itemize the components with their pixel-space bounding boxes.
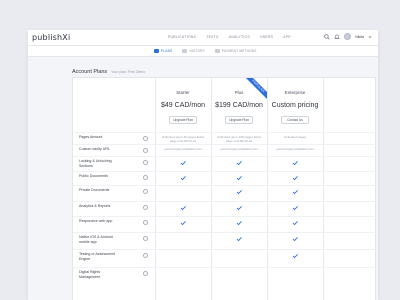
row-divider: [73, 132, 377, 133]
info-icon[interactable]: [143, 204, 148, 210]
plan-price: Custom pricing: [271, 102, 319, 109]
info-icon[interactable]: [143, 135, 148, 141]
upgrade-plan-button[interactable]: Upgrade Plan: [225, 116, 253, 124]
feature-label: Analytics & Reports: [79, 204, 111, 208]
search-icon[interactable]: [324, 33, 330, 40]
info-icon[interactable]: [143, 252, 148, 258]
feature-cell-text: yourcompany.publishxi.com: [220, 147, 258, 151]
chevron-down-icon[interactable]: [368, 35, 372, 39]
feature-label: Pages Amount: [79, 135, 103, 139]
nav-item-publications[interactable]: PUBLICATIONS: [168, 35, 196, 39]
info-icon[interactable]: [143, 159, 148, 165]
feature-label: Custom vanity URL: [79, 147, 110, 151]
row-divider: [73, 216, 377, 217]
popular-ribbon: POPULAR: [241, 78, 267, 104]
history-icon: [182, 49, 188, 53]
upgrade-plan-button[interactable]: Upgrade Plan: [169, 116, 197, 124]
row-divider: [73, 156, 377, 157]
check-icon: [292, 160, 298, 165]
nav-item-users[interactable]: USERS: [260, 35, 273, 39]
info-icon[interactable]: [143, 188, 148, 194]
user-name[interactable]: Nikita: [355, 35, 364, 39]
feature-label: Locking & Unlocking Sections: [79, 159, 112, 168]
check-icon: [180, 175, 186, 180]
row-divider: [73, 171, 377, 172]
row-divider: [73, 232, 377, 233]
check-icon: [292, 205, 298, 210]
tab-history[interactable]: HISTORY: [182, 49, 205, 53]
check-icon: [180, 205, 186, 210]
app-logo[interactable]: publishXi: [32, 33, 70, 42]
app-window: publishXi PUBLICATIONS TEXTS ANALYTICS U…: [28, 30, 378, 300]
row-divider: [73, 267, 377, 268]
section-header: Account Plans Your plan: Free Demo: [72, 69, 145, 75]
subtab-bar: PLANS HISTORY PAYMENT METHODS: [28, 46, 378, 57]
check-icon: [236, 220, 242, 225]
row-divider: [73, 249, 377, 250]
check-icon: [180, 160, 186, 165]
check-icon: [292, 189, 298, 194]
plans-comparison-table: Starter $49 CAD/mon Upgrade Plan Plus $1…: [72, 77, 377, 300]
check-icon: [292, 175, 298, 180]
check-icon: [236, 189, 242, 194]
tab-payment-methods[interactable]: PAYMENT METHODS: [214, 49, 257, 53]
feature-cell-text: Unlimited pages: [283, 135, 307, 139]
payment-icon: [214, 49, 220, 53]
check-icon: [236, 205, 242, 210]
feature-cell-text: yourcompany.publishxi.com: [164, 147, 202, 151]
plan-name: Starter: [176, 90, 190, 95]
row-divider: [73, 201, 377, 202]
feature-label: Native iOS & Android mobile app: [79, 235, 113, 244]
feature-label: Digital Rights Management: [79, 270, 101, 279]
check-icon: [236, 236, 242, 241]
nav-item-texts[interactable]: TEXTS: [206, 35, 218, 39]
tab-plans[interactable]: PLANS: [154, 49, 172, 53]
feature-label: Testing or Assessment Engine: [79, 252, 115, 261]
info-icon[interactable]: [143, 219, 148, 225]
check-icon: [292, 236, 298, 241]
check-icon: [236, 175, 242, 180]
row-divider: [73, 185, 377, 186]
notification-bell-icon[interactable]: [334, 34, 340, 40]
info-icon[interactable]: [143, 147, 148, 153]
feature-cell-text: Unlimited upon 100 pages Extra page cost…: [216, 135, 262, 143]
feature-label: Responsive web app: [79, 219, 113, 223]
feature-label: Private Documents: [79, 188, 110, 192]
info-icon[interactable]: [143, 174, 148, 180]
feature-label: Public Documents: [79, 174, 108, 178]
page-title: Account Plans: [72, 69, 108, 75]
check-icon: [292, 220, 298, 225]
ribbon-label: POPULAR: [244, 78, 267, 101]
check-icon: [180, 220, 186, 225]
info-icon[interactable]: [143, 270, 148, 276]
main-nav: PUBLICATIONS TEXTS ANALYTICS USERS APP: [168, 35, 291, 39]
row-divider: [73, 144, 377, 145]
tab-plans-label: PLANS: [161, 49, 173, 53]
nav-item-app[interactable]: APP: [283, 35, 291, 39]
top-right-controls: Nikita: [324, 33, 372, 40]
top-navigation-bar: publishXi PUBLICATIONS TEXTS ANALYTICS U…: [28, 30, 378, 46]
feature-cell-text: yourcompany.publishxi.com: [276, 147, 314, 151]
plans-icon: [154, 49, 159, 53]
nav-item-analytics[interactable]: ANALYTICS: [229, 35, 250, 39]
avatar[interactable]: [344, 33, 352, 40]
check-icon: [236, 160, 242, 165]
tab-history-label: HISTORY: [189, 49, 205, 53]
contact-us-button[interactable]: Contact Us: [281, 116, 309, 124]
plan-name: Enterprise: [284, 90, 306, 95]
plan-price: $49 CAD/mon: [161, 102, 205, 109]
check-icon: [292, 253, 298, 258]
feature-cell-text: Unlimited upon 30 pages Extra page cost …: [161, 135, 205, 143]
current-plan-note: Your plan: Free Demo: [111, 70, 146, 74]
tab-payment-methods-label: PAYMENT METHODS: [221, 49, 257, 53]
info-icon[interactable]: [143, 235, 148, 241]
